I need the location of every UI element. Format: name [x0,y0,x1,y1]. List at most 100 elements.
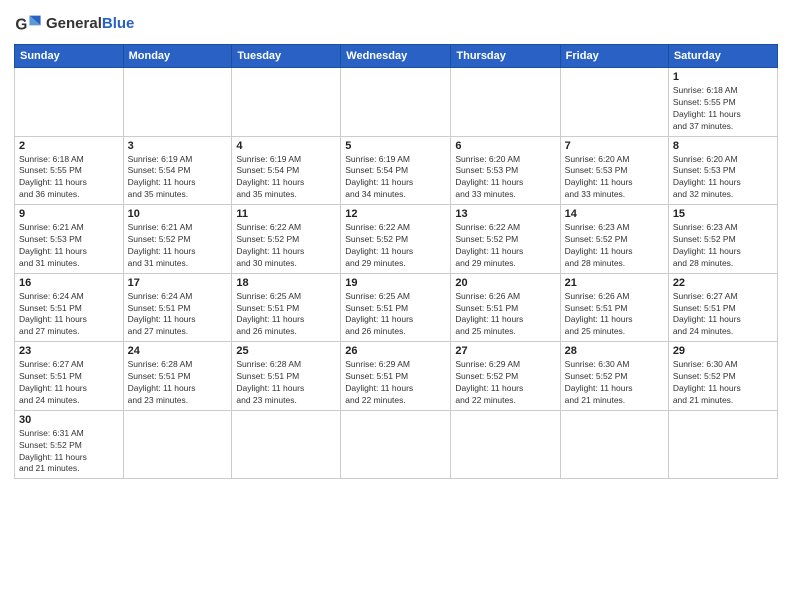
day-cell: 15 Sunrise: 6:23 AMSunset: 5:52 PMDayligh… [668,205,777,274]
day-cell [560,410,668,479]
day-number: 20 [455,277,555,289]
day-number: 10 [128,208,228,220]
day-cell: 27Sunrise: 6:29 AMSunset: 5:52 PMDayligh… [451,342,560,411]
logo: G GeneralBlue [14,10,134,38]
day-number: 6 [455,140,555,152]
day-number: 4 [236,140,336,152]
day-info: Sunrise: 6:26 AMSunset: 5:51 PMDaylight:… [455,291,555,339]
day-cell: 3 Sunrise: 6:19 AMSunset: 5:54 PMDaylight… [123,136,232,205]
day-number: 9 [19,208,119,220]
day-info: Sunrise: 6:22 AMSunset: 5:52 PMDaylight:… [345,222,446,270]
day-info: Sunrise: 6:29 AMSunset: 5:51 PMDaylight:… [345,359,446,407]
day-number: 25 [236,345,336,357]
day-info: Sunrise: 6:19 AMSunset: 5:54 PMDaylight:… [128,154,228,202]
day-cell [232,68,341,137]
day-info: Sunrise: 6:23 AMSunset: 5:52 PMDaylight:… [565,222,664,270]
day-number: 18 [236,277,336,289]
day-cell: 10 Sunrise: 6:21 AMSunset: 5:52 PMDayligh… [123,205,232,274]
day-cell [341,410,451,479]
header: G GeneralBlue [14,10,778,38]
day-info: Sunrise: 6:27 AMSunset: 5:51 PMDaylight:… [19,359,119,407]
header-monday: Monday [123,45,232,68]
day-info: Sunrise: 6:23 AMSunset: 5:52 PMDaylight:… [673,222,773,270]
day-number: 5 [345,140,446,152]
day-info: Sunrise: 6:24 AMSunset: 5:51 PMDaylight:… [19,291,119,339]
day-info: Sunrise: 6:21 AMSunset: 5:52 PMDaylight:… [128,222,228,270]
logo-icon: G [14,10,42,38]
day-number: 19 [345,277,446,289]
week-row-1: 2 Sunrise: 6:18 AMSunset: 5:55 PMDaylight… [15,136,778,205]
day-number: 30 [19,414,119,426]
week-row-5: 30 Sunrise: 6:31 AMSunset: 5:52 PMDayligh… [15,410,778,479]
day-cell: 4Sunrise: 6:19 AMSunset: 5:54 PMDaylight… [232,136,341,205]
day-info: Sunrise: 6:20 AMSunset: 5:53 PMDaylight:… [673,154,773,202]
day-cell: 5 Sunrise: 6:19 AMSunset: 5:54 PMDaylight… [341,136,451,205]
day-cell: 7Sunrise: 6:20 AMSunset: 5:53 PMDaylight… [560,136,668,205]
day-cell: 26 Sunrise: 6:29 AMSunset: 5:51 PMDayligh… [341,342,451,411]
day-info: Sunrise: 6:25 AMSunset: 5:51 PMDaylight:… [236,291,336,339]
day-number: 28 [565,345,664,357]
day-cell: 14 Sunrise: 6:23 AMSunset: 5:52 PMDayligh… [560,205,668,274]
day-cell [232,410,341,479]
day-number: 11 [236,208,336,220]
header-saturday: Saturday [668,45,777,68]
day-number: 21 [565,277,664,289]
weekday-header-row: Sunday Monday Tuesday Wednesday Thursday… [15,45,778,68]
day-info: Sunrise: 6:18 AMSunset: 5:55 PMDaylight:… [19,154,119,202]
day-number: 22 [673,277,773,289]
day-info: Sunrise: 6:31 AMSunset: 5:52 PMDaylight:… [19,428,119,476]
day-number: 17 [128,277,228,289]
day-cell [451,410,560,479]
day-cell [668,410,777,479]
day-cell [123,68,232,137]
day-number: 3 [128,140,228,152]
day-info: Sunrise: 6:28 AMSunset: 5:51 PMDaylight:… [128,359,228,407]
logo-text: GeneralBlue [46,16,134,33]
day-cell: 11 Sunrise: 6:22 AMSunset: 5:52 PMDayligh… [232,205,341,274]
day-number: 15 [673,208,773,220]
day-cell: 28 Sunrise: 6:30 AMSunset: 5:52 PMDayligh… [560,342,668,411]
day-number: 26 [345,345,446,357]
header-thursday: Thursday [451,45,560,68]
week-row-2: 9 Sunrise: 6:21 AMSunset: 5:53 PMDaylight… [15,205,778,274]
day-cell: 29Sunrise: 6:30 AMSunset: 5:52 PMDayligh… [668,342,777,411]
day-cell: 9 Sunrise: 6:21 AMSunset: 5:53 PMDaylight… [15,205,124,274]
day-cell: 22Sunrise: 6:27 AMSunset: 5:51 PMDayligh… [668,273,777,342]
day-cell: 1 Sunrise: 6:18 AMSunset: 5:55 PMDaylight… [668,68,777,137]
day-info: Sunrise: 6:22 AMSunset: 5:52 PMDaylight:… [455,222,555,270]
day-info: Sunrise: 6:24 AMSunset: 5:51 PMDaylight:… [128,291,228,339]
day-info: Sunrise: 6:18 AMSunset: 5:55 PMDaylight:… [673,85,773,133]
day-info: Sunrise: 6:20 AMSunset: 5:53 PMDaylight:… [455,154,555,202]
day-cell [341,68,451,137]
day-info: Sunrise: 6:21 AMSunset: 5:53 PMDaylight:… [19,222,119,270]
day-info: Sunrise: 6:29 AMSunset: 5:52 PMDaylight:… [455,359,555,407]
week-row-0: 1 Sunrise: 6:18 AMSunset: 5:55 PMDaylight… [15,68,778,137]
day-cell [560,68,668,137]
day-cell: 20 Sunrise: 6:26 AMSunset: 5:51 PMDayligh… [451,273,560,342]
header-tuesday: Tuesday [232,45,341,68]
day-info: Sunrise: 6:19 AMSunset: 5:54 PMDaylight:… [345,154,446,202]
calendar-table: Sunday Monday Tuesday Wednesday Thursday… [14,44,778,479]
day-cell: 6 Sunrise: 6:20 AMSunset: 5:53 PMDaylight… [451,136,560,205]
day-cell: 16Sunrise: 6:24 AMSunset: 5:51 PMDayligh… [15,273,124,342]
day-number: 7 [565,140,664,152]
day-info: Sunrise: 6:30 AMSunset: 5:52 PMDaylight:… [673,359,773,407]
day-number: 2 [19,140,119,152]
day-info: Sunrise: 6:22 AMSunset: 5:52 PMDaylight:… [236,222,336,270]
day-cell: 12 Sunrise: 6:22 AMSunset: 5:52 PMDayligh… [341,205,451,274]
day-cell: 30 Sunrise: 6:31 AMSunset: 5:52 PMDayligh… [15,410,124,479]
day-cell: 2 Sunrise: 6:18 AMSunset: 5:55 PMDaylight… [15,136,124,205]
day-number: 14 [565,208,664,220]
day-info: Sunrise: 6:30 AMSunset: 5:52 PMDaylight:… [565,359,664,407]
day-cell: 24 Sunrise: 6:28 AMSunset: 5:51 PMDayligh… [123,342,232,411]
page: G GeneralBlue Sunday Monday Tuesday Wedn… [0,0,792,612]
day-number: 24 [128,345,228,357]
day-number: 1 [673,71,773,83]
day-info: Sunrise: 6:26 AMSunset: 5:51 PMDaylight:… [565,291,664,339]
header-sunday: Sunday [15,45,124,68]
day-info: Sunrise: 6:28 AMSunset: 5:51 PMDaylight:… [236,359,336,407]
svg-text:G: G [15,17,27,34]
day-number: 12 [345,208,446,220]
day-number: 23 [19,345,119,357]
day-cell: 25 Sunrise: 6:28 AMSunset: 5:51 PMDayligh… [232,342,341,411]
